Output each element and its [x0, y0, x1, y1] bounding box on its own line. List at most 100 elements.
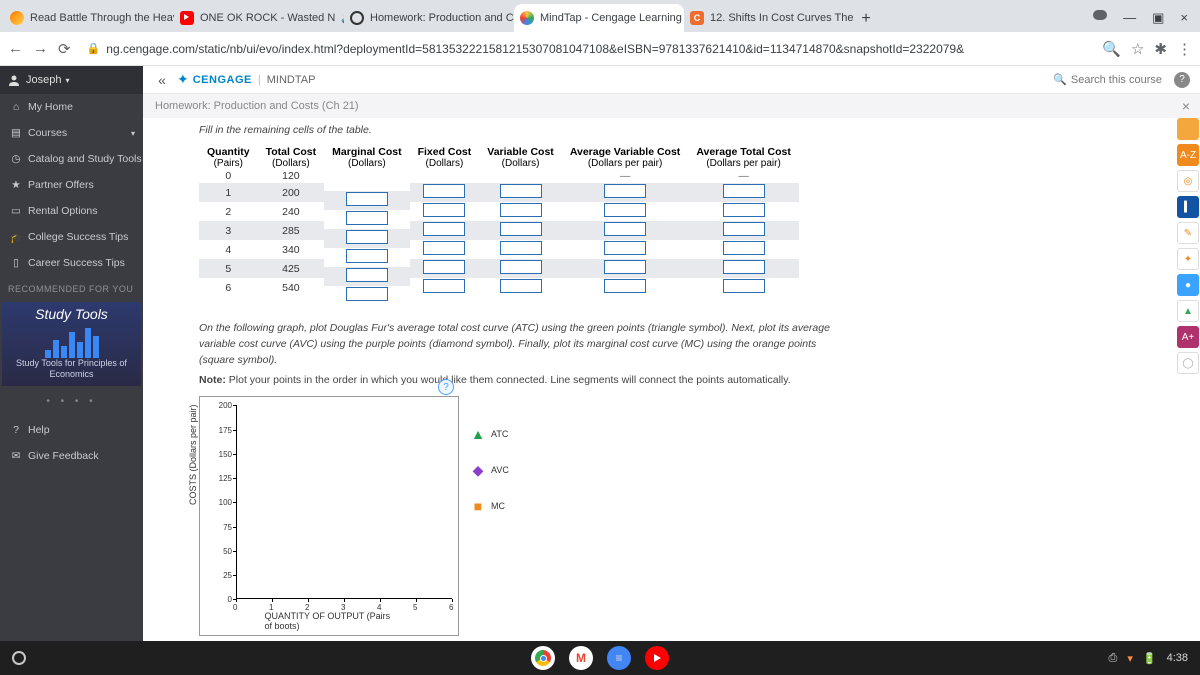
browser-tab[interactable]: Homework: Production and C ×	[344, 4, 514, 32]
sidebar-item-partners[interactable]: ★Partner Offers	[0, 172, 143, 198]
numeric-input[interactable]	[723, 241, 765, 255]
table-cell: —	[688, 169, 799, 183]
table-cell: 240	[258, 202, 325, 221]
forward-icon[interactable]: →	[33, 40, 48, 57]
numeric-input[interactable]	[500, 279, 542, 293]
new-tab-button[interactable]: +	[854, 10, 878, 32]
numeric-input[interactable]	[346, 249, 388, 263]
wifi-icon[interactable]: ▾	[1127, 652, 1133, 665]
numeric-input[interactable]	[604, 260, 646, 274]
browser-tab[interactable]: Read Battle Through the Heav ×	[4, 4, 174, 32]
numeric-input[interactable]	[500, 184, 542, 198]
rail-tool[interactable]: ▍	[1177, 196, 1199, 218]
table-cell: 1	[199, 183, 258, 202]
reload-icon[interactable]: ⟳	[58, 40, 71, 58]
zoom-icon[interactable]: 🔍	[1102, 40, 1121, 58]
numeric-input[interactable]	[723, 279, 765, 293]
rail-tool[interactable]: ◯	[1177, 352, 1199, 374]
numeric-input[interactable]	[723, 260, 765, 274]
brand-logo: CENGAGE	[193, 74, 252, 86]
carousel-dots[interactable]: • • • •	[0, 392, 143, 417]
numeric-input[interactable]	[346, 230, 388, 244]
numeric-input[interactable]	[500, 241, 542, 255]
table-cell	[410, 240, 480, 259]
maximize-icon[interactable]: ▣	[1152, 10, 1164, 26]
extension-icon[interactable]: ✱	[1154, 40, 1167, 58]
numeric-input[interactable]	[604, 203, 646, 217]
close-icon[interactable]: ×	[1182, 98, 1190, 114]
numeric-input[interactable]	[604, 279, 646, 293]
rail-tool[interactable]: A-Z	[1177, 144, 1199, 166]
numeric-input[interactable]	[723, 222, 765, 236]
browser-tab-active[interactable]: MindTap - Cengage Learning ×	[514, 4, 684, 32]
numeric-input[interactable]	[423, 279, 465, 293]
rail-tool[interactable]: ◎	[1177, 170, 1199, 192]
launcher-icon[interactable]	[12, 651, 26, 665]
rail-tool[interactable]: ●	[1177, 274, 1199, 296]
user-menu[interactable]: Joseph ▾	[0, 66, 143, 94]
menu-icon[interactable]: ⋮	[1177, 40, 1192, 58]
feedback-icon: ✉	[10, 450, 22, 462]
study-tools-card[interactable]: Study Tools Study Tools for Principles o…	[2, 302, 141, 386]
rail-tool[interactable]: ✎	[1177, 222, 1199, 244]
table-cell	[688, 240, 799, 259]
numeric-input[interactable]	[423, 260, 465, 274]
legend-atc[interactable]: ▲ATC	[471, 416, 509, 452]
sidebar-item-rental[interactable]: ▭Rental Options	[0, 198, 143, 224]
collapse-sidebar-icon[interactable]: «	[153, 72, 171, 88]
numeric-input[interactable]	[604, 241, 646, 255]
plot-help-icon[interactable]: ?	[438, 379, 454, 395]
browser-tab[interactable]: ONE OK ROCK - Wasted N 🔊 ×	[174, 4, 344, 32]
youtube-app-icon[interactable]	[645, 646, 669, 670]
address-bar[interactable]: 🔒 ng.cengage.com/static/nb/ui/evo/index.…	[81, 42, 1093, 56]
chegg-icon: C	[690, 11, 704, 25]
docs-app-icon[interactable]: ≡	[607, 646, 631, 670]
toggle-icon[interactable]	[1093, 10, 1107, 20]
assignment-title: Homework: Production and Costs (Ch 21)	[155, 100, 359, 112]
rail-tool[interactable]: ▲	[1177, 300, 1199, 322]
chrome-app-icon[interactable]	[531, 646, 555, 670]
sidebar-item-catalog[interactable]: ◷Catalog and Study Tools	[0, 146, 143, 172]
numeric-input[interactable]	[723, 184, 765, 198]
numeric-input[interactable]	[346, 211, 388, 225]
minimize-icon[interactable]: —	[1123, 10, 1136, 26]
course-search[interactable]: 🔍 Search this course	[1053, 73, 1162, 86]
legend-mc[interactable]: ■MC	[471, 488, 509, 524]
numeric-input[interactable]	[346, 287, 388, 301]
rail-tool[interactable]: A+	[1177, 326, 1199, 348]
gmail-app-icon[interactable]: M	[569, 646, 593, 670]
help-button[interactable]: ?	[1174, 72, 1190, 88]
numeric-input[interactable]	[500, 222, 542, 236]
rail-tool[interactable]	[1177, 118, 1199, 140]
clock[interactable]: 4:38	[1167, 652, 1188, 664]
legend-avc[interactable]: ◆AVC	[471, 452, 509, 488]
numeric-input[interactable]	[346, 268, 388, 282]
sidebar-item-help[interactable]: ?Help	[0, 417, 143, 443]
numeric-input[interactable]	[423, 222, 465, 236]
table-cell: 200	[258, 183, 325, 202]
browser-tab[interactable]: C 12. Shifts In Cost Curves The ×	[684, 4, 854, 32]
numeric-input[interactable]	[423, 184, 465, 198]
chevron-down-icon: ▾	[131, 129, 135, 138]
sidebar-item-career[interactable]: ▯Career Success Tips	[0, 250, 143, 276]
cost-plot[interactable]: ? 02550751001251501752000123456 COSTS (D…	[199, 396, 459, 636]
sidebar-item-home[interactable]: ⌂My Home	[0, 94, 143, 120]
numeric-input[interactable]	[723, 203, 765, 217]
cast-icon[interactable]: ⎙	[1109, 652, 1118, 665]
battery-icon[interactable]: 🔋	[1143, 652, 1157, 665]
numeric-input[interactable]	[500, 203, 542, 217]
sidebar-item-courses[interactable]: ▤Courses▾	[0, 120, 143, 146]
sidebar-item-feedback[interactable]: ✉Give Feedback	[0, 443, 143, 469]
numeric-input[interactable]	[500, 260, 542, 274]
bookmark-icon[interactable]: ☆	[1131, 40, 1144, 58]
numeric-input[interactable]	[604, 184, 646, 198]
back-icon[interactable]: ←	[8, 40, 23, 57]
numeric-input[interactable]	[604, 222, 646, 236]
rail-tool[interactable]: ✦	[1177, 248, 1199, 270]
numeric-input[interactable]	[423, 203, 465, 217]
close-window-icon[interactable]: ×	[1180, 10, 1188, 26]
sidebar-item-college[interactable]: 🎓College Success Tips	[0, 224, 143, 250]
numeric-input[interactable]	[423, 241, 465, 255]
triangle-icon: ▲	[471, 429, 485, 439]
numeric-input[interactable]	[346, 192, 388, 206]
